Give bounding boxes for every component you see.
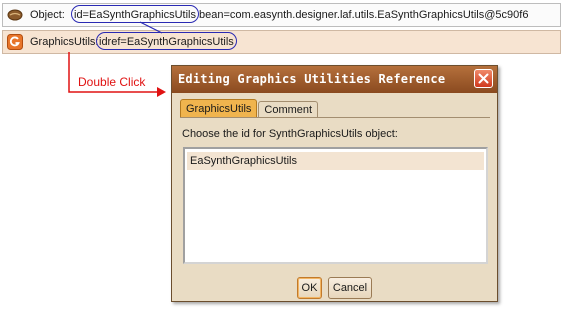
cancel-button[interactable]: Cancel xyxy=(328,277,372,299)
id-list[interactable]: EaSynthGraphicsUtils xyxy=(183,147,488,264)
reference-g-icon xyxy=(7,34,23,50)
dialog-title: Editing Graphics Utilities Reference xyxy=(178,72,446,86)
double-click-label: Double Click xyxy=(78,75,146,89)
list-item[interactable]: EaSynthGraphicsUtils xyxy=(187,152,484,170)
close-icon[interactable] xyxy=(474,69,493,88)
double-click-arrowhead xyxy=(157,87,166,97)
tree-row-object[interactable]: Object: id=EaSynthGraphicsUtils bean=com… xyxy=(2,3,561,27)
tab-graphicsutils[interactable]: GraphicsUtils xyxy=(180,99,258,117)
graphicsutils-label: GraphicsUtils: xyxy=(30,36,99,48)
choose-id-prompt: Choose the id for SynthGraphicsUtils obj… xyxy=(182,128,398,140)
dialog-title-bar[interactable]: Editing Graphics Utilities Reference xyxy=(172,66,497,93)
bean-icon xyxy=(7,7,23,23)
ok-button[interactable]: OK xyxy=(297,277,322,299)
id-oval[interactable]: id=EaSynthGraphicsUtils xyxy=(71,5,199,23)
object-label: Object: xyxy=(30,9,65,21)
tab-comment[interactable]: Comment xyxy=(258,101,319,117)
tab-divider xyxy=(180,117,490,118)
idref-oval[interactable]: idref=EaSynthGraphicsUtils xyxy=(96,32,237,50)
edit-reference-dialog: Editing Graphics Utilities Reference Gra… xyxy=(171,65,498,302)
tree-row-graphicsutils[interactable]: GraphicsUtils: idref=EaSynthGraphicsUtil… xyxy=(2,30,561,54)
dialog-tabs: GraphicsUtils Comment xyxy=(180,99,319,117)
bean-text: bean=com.easynth.designer.laf.utils.EaSy… xyxy=(199,9,529,21)
